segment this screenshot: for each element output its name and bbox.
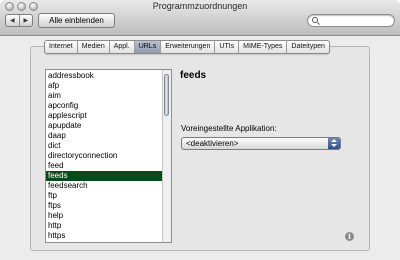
list-item[interactable]: http (46, 221, 163, 231)
show-all-button[interactable]: Alle einblenden (38, 13, 115, 28)
list-item[interactable]: feed (46, 161, 163, 171)
list-item[interactable]: help (46, 211, 163, 221)
search-field[interactable] (307, 14, 395, 27)
navigation-buttons: ◀ ▶ (5, 14, 33, 27)
url-scheme-rows: addressbook afp aim apconfig applescript apup… (46, 71, 163, 241)
list-item[interactable]: ftp (46, 191, 163, 201)
tab-dateitypen[interactable]: Dateitypen (286, 41, 328, 53)
list-item[interactable]: daap (46, 131, 163, 141)
info-icon[interactable]: i (345, 232, 354, 241)
list-item[interactable]: directoryconnection (46, 151, 163, 161)
list-item[interactable]: apconfig (46, 101, 163, 111)
list-item[interactable]: apupdate (46, 121, 163, 131)
default-app-popup[interactable]: <deaktivieren> (181, 137, 341, 150)
default-app-label: Voreingestellte Applikation: (181, 124, 277, 133)
popup-arrows-icon (328, 138, 340, 149)
list-item[interactable]: aim (46, 91, 163, 101)
list-item[interactable]: feeds (46, 171, 163, 181)
tab-internet[interactable]: Internet (45, 41, 77, 53)
window-title: Programmzuordnungen (152, 1, 248, 11)
tab-mime-types[interactable]: MIME-Types (238, 41, 286, 53)
search-input[interactable] (320, 16, 390, 25)
tab-utis[interactable]: UTIs (214, 41, 238, 53)
back-arrow-icon[interactable]: ◀ (6, 15, 19, 26)
list-item[interactable]: https (46, 231, 163, 241)
search-icon (312, 17, 318, 23)
list-item[interactable]: dict (46, 141, 163, 151)
selected-scheme-heading: feeds (180, 70, 207, 81)
forward-arrow-icon[interactable]: ▶ (18, 15, 33, 26)
tab-appl[interactable]: Appl. (108, 41, 134, 53)
tab-urls[interactable]: URLs (133, 41, 161, 53)
list-item[interactable]: afp (46, 81, 163, 91)
tab-erweiterungen[interactable]: Erweiterungen (160, 41, 214, 53)
list-item[interactable]: applescript (46, 111, 163, 121)
preferences-window: Programmzuordnungen ◀ ▶ Alle einblenden … (0, 0, 400, 260)
list-item[interactable]: ftps (46, 201, 163, 211)
title-bar: Programmzuordnungen ◀ ▶ Alle einblenden (0, 0, 400, 36)
tab-bar: Internet Medien Appl. URLs Erweiterungen… (44, 40, 330, 54)
default-app-value: <deaktivieren> (186, 139, 239, 148)
url-scheme-list[interactable]: addressbook afp aim apconfig applescript apup… (45, 69, 172, 243)
tab-medien[interactable]: Medien (76, 41, 109, 53)
list-item[interactable]: feedsearch (46, 181, 163, 191)
list-item[interactable]: addressbook (46, 71, 163, 81)
list-scrollbar[interactable] (162, 70, 171, 242)
scrollbar-thumb[interactable] (164, 74, 169, 116)
